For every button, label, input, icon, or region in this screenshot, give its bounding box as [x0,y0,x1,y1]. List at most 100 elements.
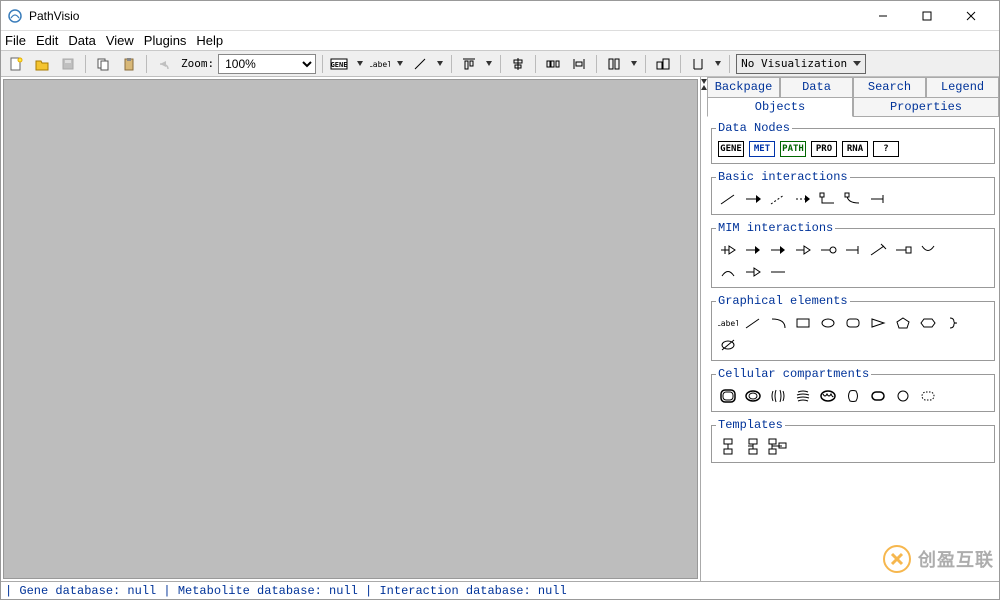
group-button[interactable] [687,54,709,74]
mim-trans-icon[interactable] [743,263,763,281]
nucleus-icon[interactable] [743,387,763,405]
sarcoplasmic-icon[interactable] [843,387,863,405]
path-node-button[interactable]: PATH [780,141,806,157]
menu-file[interactable]: File [5,33,26,48]
template-1-icon[interactable] [718,438,738,456]
elbow-icon[interactable] [818,190,838,208]
tab-search[interactable]: Search [853,77,926,97]
svg-text:GENE: GENE [331,61,348,69]
oval-shape-icon[interactable] [818,314,838,332]
mim-catalysis-icon[interactable] [818,241,838,259]
minimize-button[interactable] [861,2,905,30]
mim-conversion-icon[interactable] [793,241,813,259]
separator [451,55,452,73]
visualization-select[interactable]: No Visualization [736,54,866,74]
objects-panel: Data Nodes GENE MET PATH PRO RNA ? Basic… [707,117,999,581]
tab-objects[interactable]: Objects [707,97,853,117]
align-top-button[interactable] [458,54,480,74]
mitochondria-icon[interactable] [818,387,838,405]
tbar-icon[interactable] [868,190,888,208]
pentagon-shape-icon[interactable] [893,314,913,332]
menu-plugins[interactable]: Plugins [144,33,187,48]
rect-shape-icon[interactable] [793,314,813,332]
met-node-button[interactable]: MET [749,141,775,157]
tab-legend[interactable]: Legend [926,77,999,97]
tab-data[interactable]: Data [780,77,853,97]
arrow-icon[interactable] [743,190,763,208]
copy-button[interactable] [92,54,114,74]
stack-dropdown[interactable] [629,54,639,74]
same-width-button[interactable] [568,54,590,74]
unknown-node-button[interactable]: ? [873,141,899,157]
graphical-elements-group: Graphical elements Label [711,294,995,361]
undo-button[interactable] [153,54,175,74]
mim-inhibition-icon[interactable] [843,241,863,259]
close-button[interactable] [949,2,993,30]
line-tool-dropdown[interactable] [435,54,445,74]
mim-line-icon[interactable] [768,263,788,281]
cell-icon[interactable] [718,387,738,405]
extracellular-icon[interactable] [918,387,938,405]
label-shape-button[interactable]: Label [718,314,738,332]
roundrect-shape-icon[interactable] [843,314,863,332]
label-tool[interactable]: Label [369,54,391,74]
line-icon[interactable] [718,190,738,208]
line-shape-icon[interactable] [743,314,763,332]
brace-shape-icon[interactable] [943,314,963,332]
zoom-select[interactable]: 100% [218,54,316,74]
triangle-shape-icon[interactable] [868,314,888,332]
cellular-legend: Cellular compartments [716,367,871,381]
er-icon[interactable] [768,387,788,405]
organelle-icon[interactable] [868,387,888,405]
menu-help[interactable]: Help [196,33,223,48]
gene-node-button[interactable]: GENE [718,141,744,157]
menu-edit[interactable]: Edit [36,33,58,48]
rna-node-button[interactable]: RNA [842,141,868,157]
template-3-icon[interactable] [768,438,788,456]
separator [596,55,597,73]
save-button[interactable] [57,54,79,74]
mim-covalent-icon[interactable] [918,241,938,259]
pathway-canvas[interactable] [3,79,698,579]
dashed-line-icon[interactable] [768,190,788,208]
maximize-button[interactable] [905,2,949,30]
pro-node-button[interactable]: PRO [811,141,837,157]
curve-icon[interactable] [843,190,863,208]
label-tool-dropdown[interactable] [395,54,405,74]
mim-legend: MIM interactions [716,221,835,235]
vesicle-icon[interactable] [893,387,913,405]
mim-cleavage-icon[interactable] [868,241,888,259]
mim-binding-icon[interactable] [893,241,913,259]
stack-v-button[interactable] [603,54,625,74]
golgi-icon[interactable] [793,387,813,405]
menu-view[interactable]: View [106,33,134,48]
gene-tool-dropdown[interactable] [355,54,365,74]
menu-data[interactable]: Data [68,33,95,48]
group-dropdown[interactable] [713,54,723,74]
mim-necessary-icon[interactable] [718,241,738,259]
mim-gap-icon[interactable] [718,263,738,281]
basic-legend: Basic interactions [716,170,850,184]
align-center-h-button[interactable] [507,54,529,74]
cellular-compartments-group: Cellular compartments [711,367,995,412]
new-file-button[interactable] [5,54,27,74]
line-tool[interactable] [409,54,431,74]
paste-button[interactable] [118,54,140,74]
gene-tool[interactable]: GENE [329,54,351,74]
tab-properties[interactable]: Properties [853,97,999,117]
align-top-dropdown[interactable] [484,54,494,74]
mim-arrow-icon[interactable] [743,241,763,259]
tab-backpage[interactable]: Backpage [707,77,780,97]
hexagon-shape-icon[interactable] [918,314,938,332]
hidden-oval-icon[interactable] [718,336,738,354]
distribute-h-button[interactable] [542,54,564,74]
arc-shape-icon[interactable] [768,314,788,332]
separator [680,55,681,73]
watermark: 创盈互联 [882,544,994,574]
template-2-icon[interactable] [743,438,763,456]
open-file-button[interactable] [31,54,53,74]
mim-arrow2-icon[interactable] [768,241,788,259]
separator [322,55,323,73]
dashed-arrow-icon[interactable] [793,190,813,208]
scale-button[interactable] [652,54,674,74]
